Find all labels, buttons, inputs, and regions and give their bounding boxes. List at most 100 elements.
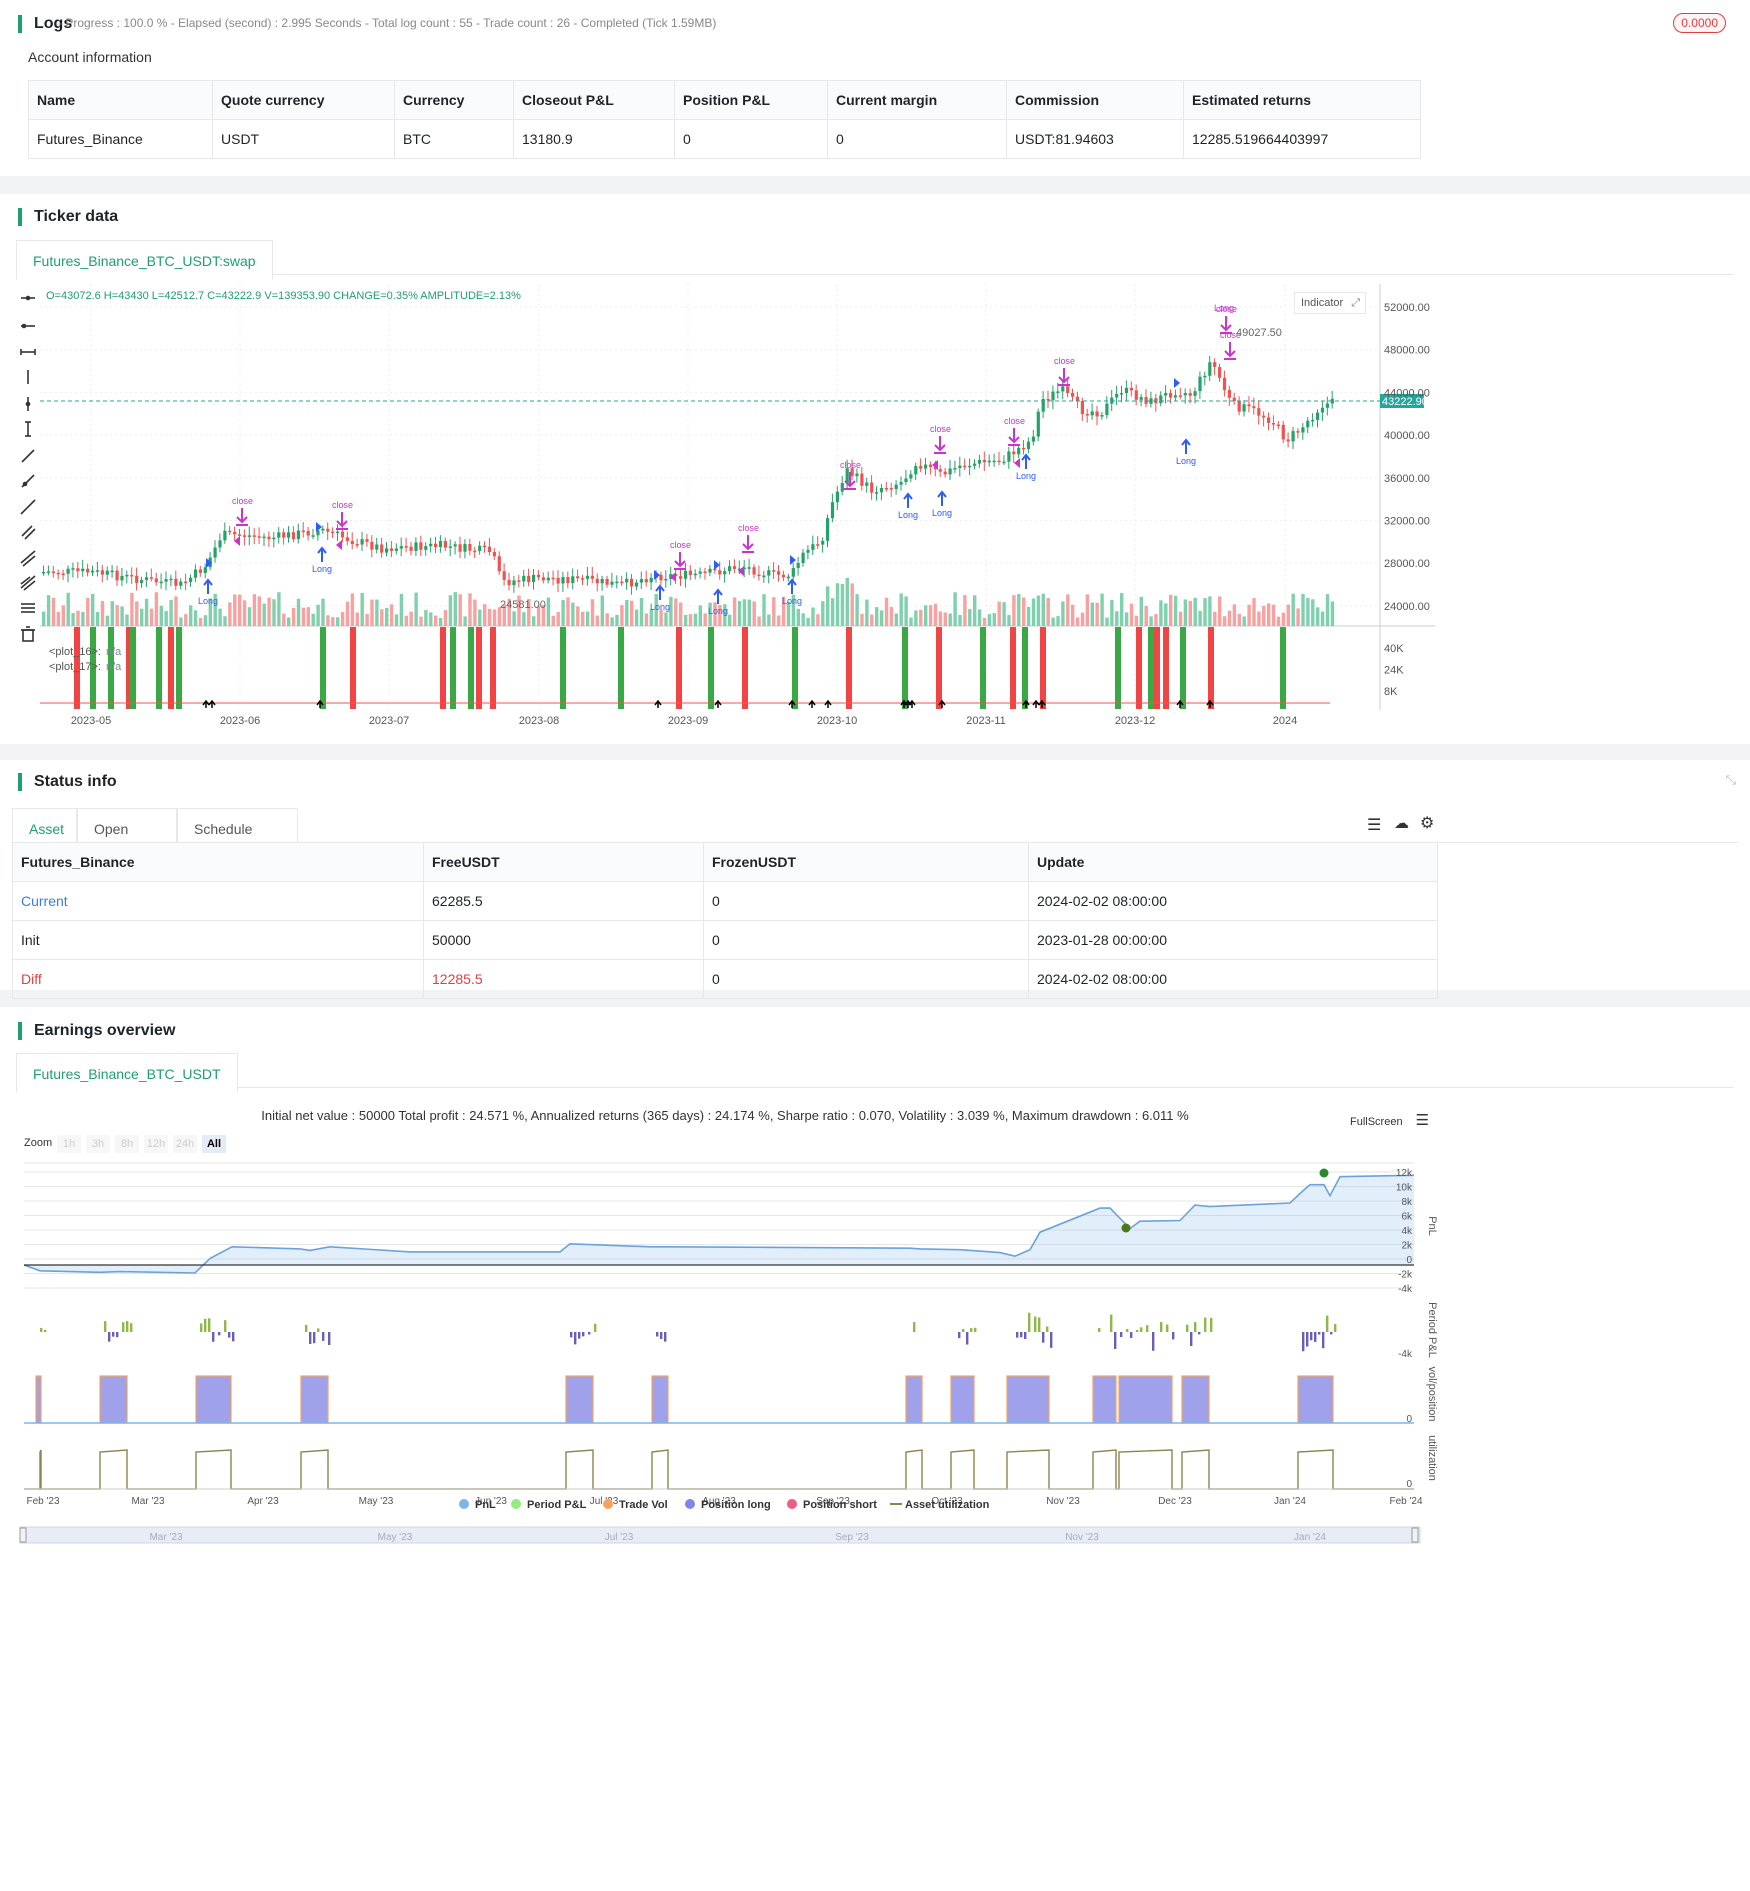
list-icon[interactable]: ☰ xyxy=(1367,815,1381,835)
drawdown-marker xyxy=(1121,1223,1131,1233)
volume-bar xyxy=(698,605,702,626)
cell: 2024-02-02 08:00:00 xyxy=(1028,959,1438,999)
pitchfork-icon[interactable] xyxy=(20,550,36,567)
trash-icon[interactable] xyxy=(21,626,35,642)
candle-body xyxy=(1208,362,1212,376)
volume-bar xyxy=(478,609,482,626)
indicator-button[interactable]: Indicator ⤢ xyxy=(1294,292,1366,314)
col-currency: Currency xyxy=(394,80,514,120)
volume-bar xyxy=(855,594,859,626)
volume-bar xyxy=(282,613,286,626)
zoom-8h[interactable]: 8h xyxy=(115,1135,139,1153)
vertical-segment-icon[interactable] xyxy=(25,421,31,437)
volume-bar xyxy=(1002,602,1006,626)
zoom-All[interactable]: All xyxy=(202,1135,226,1153)
candle-body xyxy=(781,574,786,578)
vertical-ray-icon[interactable] xyxy=(25,397,31,411)
candle-body xyxy=(1316,412,1320,420)
candle-body xyxy=(718,570,722,575)
fullscreen-button[interactable]: FullScreen ☰ xyxy=(1350,1111,1429,1129)
candle-body xyxy=(267,536,271,540)
period-pnl-bar xyxy=(309,1332,312,1344)
volume-bar xyxy=(1183,599,1188,626)
period-pnl-bar xyxy=(1198,1332,1201,1335)
indicator-bar xyxy=(980,627,986,709)
volume-bar xyxy=(1046,598,1050,626)
horizontal-ray-icon[interactable] xyxy=(21,323,35,329)
plot16-legend: <plot_16>: xyxy=(49,646,101,658)
text-list-icon[interactable] xyxy=(21,603,35,613)
asset-table-header: Futures_Binance FreeUSDT FrozenUSDT Upda… xyxy=(12,842,1438,882)
status-badge: 0.0000 xyxy=(1673,13,1726,33)
candle-body xyxy=(865,482,869,486)
ticker-tab-bar xyxy=(16,240,1734,275)
volume-bar xyxy=(135,601,139,626)
volume-bar xyxy=(463,616,467,626)
candle-body xyxy=(644,579,648,583)
candle-body xyxy=(875,492,879,494)
gear-icon[interactable]: ⚙ xyxy=(1420,813,1434,833)
collapse-icon[interactable]: ⤡ xyxy=(1726,772,1736,788)
pnl-tick-label: 0 xyxy=(1406,1255,1412,1266)
position-block xyxy=(1118,1375,1173,1424)
navigator-handle-right[interactable] xyxy=(1411,1527,1419,1543)
candle-body xyxy=(801,552,805,564)
navigator-handle-left[interactable] xyxy=(19,1527,27,1543)
close-arrow xyxy=(742,535,754,553)
volume-bar xyxy=(919,609,923,626)
extended-trend-icon[interactable] xyxy=(20,499,36,515)
volume-bar xyxy=(1267,603,1271,626)
volume-bar xyxy=(247,607,252,626)
volume-bar xyxy=(1296,608,1300,626)
volume-bar xyxy=(1061,601,1065,626)
col-quote: Quote currency xyxy=(212,80,395,120)
time-axis: 2023-05 2023-06 2023-07 2023-08 2023-09 2023-… xyxy=(71,715,1297,727)
tab-ticker-symbol[interactable]: Futures_Binance_BTC_USDT:swap xyxy=(16,240,273,280)
candle-body xyxy=(277,532,281,538)
menu-icon[interactable]: ☰ xyxy=(1416,1112,1429,1129)
period-pnl-bar xyxy=(1204,1317,1207,1332)
candle-body xyxy=(291,532,296,540)
volume-bar xyxy=(752,601,756,626)
period-pnl-bar xyxy=(1028,1312,1031,1332)
expand-icon[interactable]: ⤢ xyxy=(1351,293,1360,313)
candle-body xyxy=(1222,377,1227,390)
cloud-icon[interactable]: ☁ xyxy=(1394,814,1409,832)
period-pnl-bars xyxy=(40,1312,1337,1352)
period-pnl-bar xyxy=(1334,1324,1337,1332)
cell: 0 xyxy=(703,959,1029,999)
volume-bar xyxy=(703,613,707,626)
cell: 12285.519664403997 xyxy=(1183,119,1421,159)
parallel-channel-icon[interactable] xyxy=(21,525,36,540)
zoom-12h[interactable]: 12h xyxy=(144,1135,168,1153)
volume-bar xyxy=(1031,598,1036,626)
navigator[interactable] xyxy=(19,1526,1421,1544)
volume-bar xyxy=(233,594,237,626)
candle-body xyxy=(487,546,492,553)
horizontal-line-icon[interactable] xyxy=(21,295,35,301)
zoom-1h[interactable]: 1h xyxy=(57,1135,81,1153)
account-table: Name Quote currency Currency Closeout P&… xyxy=(28,80,1421,159)
indicator-bar xyxy=(350,627,356,709)
candle-body xyxy=(100,570,104,575)
period-pnl-bar xyxy=(1160,1321,1163,1332)
cell: 12285.5 xyxy=(423,959,704,999)
long-arrow xyxy=(937,490,947,506)
volume-bar xyxy=(532,616,536,626)
cell: 13180.9 xyxy=(513,119,675,159)
cell: 0 xyxy=(703,881,1029,921)
zoom-3h[interactable]: 3h xyxy=(86,1135,110,1153)
trend-line-icon[interactable] xyxy=(21,449,35,463)
volume-bar xyxy=(1124,612,1129,626)
candle-body xyxy=(414,542,418,551)
volume-bar xyxy=(228,602,232,626)
candle-body xyxy=(953,468,957,470)
ray-icon[interactable] xyxy=(21,474,35,488)
extended-line-icon[interactable] xyxy=(20,349,36,355)
zoom-24h[interactable]: 24h xyxy=(173,1135,197,1153)
volume-bar xyxy=(492,609,497,626)
candle-body xyxy=(76,568,80,572)
fib-icon[interactable] xyxy=(20,575,36,591)
tab-earnings-symbol[interactable]: Futures_Binance_BTC_USDT xyxy=(16,1053,238,1093)
candle-body xyxy=(919,465,923,469)
